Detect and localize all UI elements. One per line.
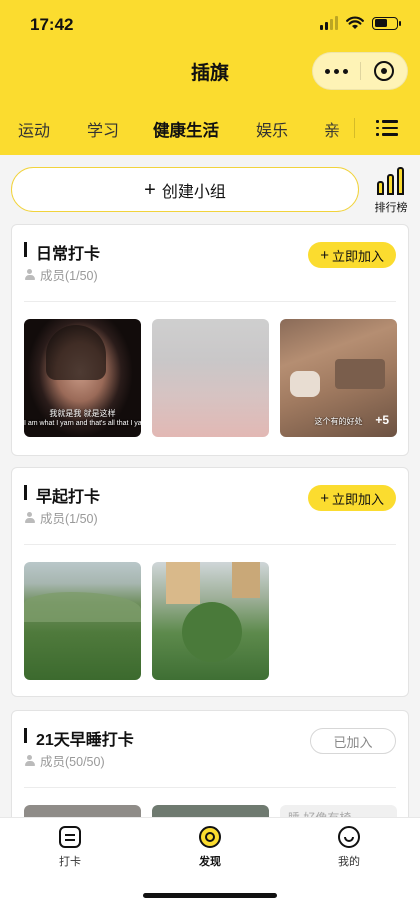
person-icon bbox=[24, 755, 36, 766]
nav-profile[interactable]: 我的 bbox=[309, 826, 389, 869]
wifi-icon bbox=[346, 16, 364, 29]
category-menu-icon[interactable] bbox=[376, 120, 398, 136]
plus-icon: + bbox=[144, 178, 156, 201]
tab-healthy-life[interactable]: 健康生活 bbox=[153, 117, 219, 141]
photo-thumbnail[interactable]: 这个有的好处 +5 bbox=[280, 319, 397, 437]
photo-thumbnail[interactable] bbox=[24, 562, 141, 680]
group-title: 早起打卡 bbox=[24, 483, 100, 507]
photo-thumbnail[interactable]: 我就是我 就是这样 I am what I yarn and that's al… bbox=[24, 319, 141, 437]
group-card-daily-checkin[interactable]: 日常打卡 成员(1/50) + 立即加入 我就是我 就是这样 I am what… bbox=[11, 224, 409, 456]
status-time: 17:42 bbox=[30, 15, 74, 34]
more-photos-count: +5 bbox=[375, 413, 389, 427]
person-icon bbox=[24, 512, 36, 523]
person-icon bbox=[24, 269, 36, 280]
plus-icon: + bbox=[320, 489, 329, 507]
discover-icon bbox=[199, 826, 221, 848]
home-indicator bbox=[143, 893, 277, 898]
create-group-button[interactable]: + 创建小组 bbox=[11, 167, 359, 212]
group-title: 日常打卡 bbox=[24, 240, 100, 264]
status-bar: 17:42 bbox=[0, 0, 420, 50]
checkin-icon bbox=[59, 826, 81, 848]
group-card-early-rise[interactable]: 早起打卡 成员(1/50) + 立即加入 bbox=[11, 467, 409, 697]
tab-sports[interactable]: 运动 bbox=[18, 117, 50, 141]
profile-icon bbox=[338, 826, 360, 848]
ranking-label: 排行榜 bbox=[374, 202, 408, 214]
photo-thumbnail[interactable] bbox=[152, 319, 269, 437]
join-button[interactable]: + 立即加入 bbox=[308, 242, 396, 268]
status-icons bbox=[320, 16, 401, 30]
ranking-button[interactable]: 排行榜 bbox=[370, 165, 412, 215]
plus-icon: + bbox=[320, 246, 329, 264]
ranking-icon bbox=[377, 167, 405, 195]
nav-checkin[interactable]: 打卡 bbox=[30, 826, 110, 869]
tab-study[interactable]: 学习 bbox=[87, 117, 119, 141]
target-icon bbox=[373, 61, 394, 81]
nav-discover[interactable]: 发现 bbox=[170, 826, 250, 869]
tab-entertainment[interactable]: 娱乐 bbox=[256, 117, 288, 141]
mini-program-capsule bbox=[312, 52, 408, 90]
cellular-signal-icon bbox=[320, 16, 338, 30]
close-program-button[interactable] bbox=[361, 61, 407, 81]
joined-button[interactable]: 已加入 bbox=[310, 728, 396, 754]
group-title: 21天早睡打卡 bbox=[24, 726, 134, 750]
more-options-button[interactable] bbox=[313, 68, 360, 74]
group-members: 成员(1/50) bbox=[24, 508, 98, 527]
battery-icon bbox=[372, 16, 401, 30]
join-button[interactable]: + 立即加入 bbox=[308, 485, 396, 511]
group-members: 成员(50/50) bbox=[24, 751, 105, 770]
header: 17:42 插旗 运动 学习 健康生活 娱乐 亲 bbox=[0, 0, 420, 155]
category-tabs: 运动 学习 健康生活 娱乐 亲 bbox=[0, 108, 420, 148]
group-members: 成员(1/50) bbox=[24, 265, 98, 284]
photo-thumbnail[interactable] bbox=[152, 562, 269, 680]
